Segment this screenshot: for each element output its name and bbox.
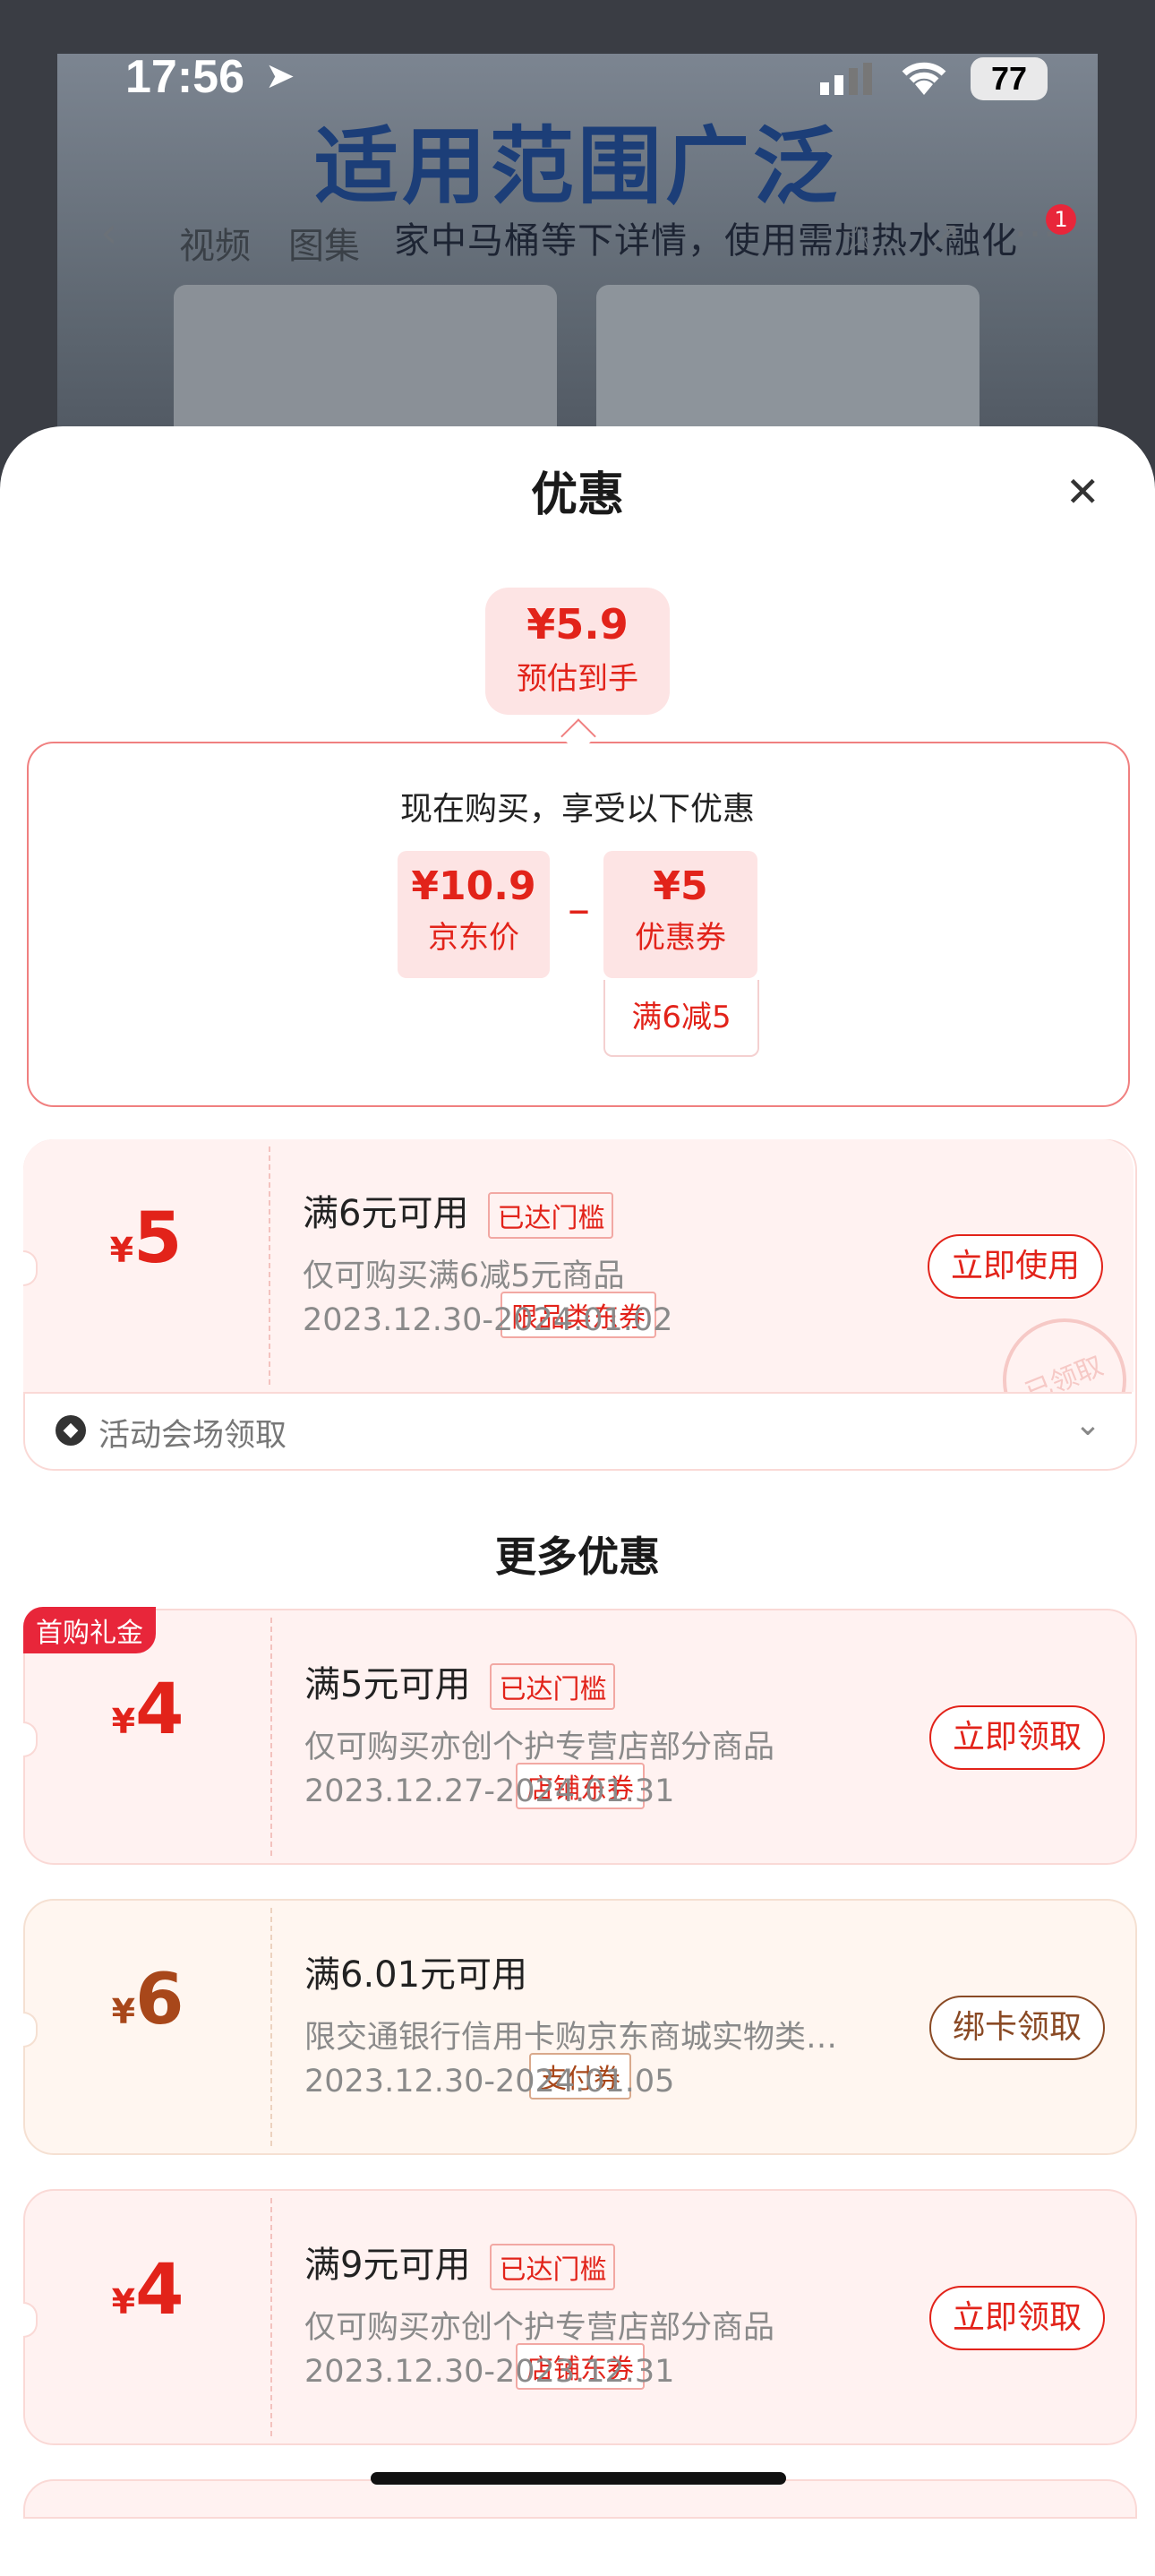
amount-value: 4 [135,1670,184,1750]
coupon-card-main: ¥5 限品类东券 满6元可用 已达门槛 仅可购买满6减5元商品 2023.12.3… [23,1139,1134,1392]
bind-card-button[interactable]: 绑卡领取 [928,1996,1105,2060]
status-time: 17:56 [125,51,244,103]
coupon-threshold: 满5元可用 [304,1664,471,1705]
coupon-amount: ¥4 [25,1670,270,1750]
amount-value: 4 [135,2250,184,2331]
coupon-card: ¥6 支付券 满6.01元可用 限交通银行信用卡购京东商城实物类… 2023.1… [23,1899,1137,2155]
coupon-title: 满5元可用 已达门槛 [304,1655,616,1710]
minus-sign: – [568,883,590,935]
wifi-icon [895,56,953,100]
coupon-threshold: 满6元可用 [303,1193,469,1234]
coupon-discount-box: ¥5 优惠券 [603,851,757,978]
coupon-source-row[interactable]: ◆ 活动会场领取 ⌄ [25,1392,1132,1467]
card-divider [270,2198,272,2436]
jd-price: ¥10.9 [411,863,536,909]
breakdown-heading: 现在购买，享受以下优惠 [399,791,755,828]
threshold-met-badge: 已达门槛 [488,1192,614,1239]
use-now-button[interactable]: 立即使用 [927,1234,1103,1299]
coupon-card: ¥4 店铺东券 满9元可用 已达门槛 仅可购买亦创个护专营店部分商品 2023.1… [23,2189,1137,2445]
currency-symbol: ¥ [111,1702,136,1741]
tab-gallery[interactable]: 图集 [288,217,360,269]
coupon-threshold: 满9元可用 [304,2245,471,2286]
coupon-condition: 满6减5 [603,980,759,1057]
coupon-desc: 仅可购买亦创个护专营店部分商品 [304,1730,775,1765]
tab-details[interactable]: 详情 [501,217,573,269]
coupon-title: 满9元可用 已达门槛 [304,2236,616,2290]
amount-value: 6 [135,1960,184,2040]
estimated-price-bubble: ¥5.9 预估到手 [485,588,670,715]
coupon-discount: ¥5 [653,863,708,909]
coupon-discount-label: 优惠券 [635,920,726,956]
banner-title: 适用范围广泛 [313,118,841,216]
claimed-stamp: 已领取 [984,1300,1134,1392]
amount-value: 5 [133,1198,183,1279]
first-purchase-ribbon: 首购礼金 [23,1607,156,1653]
tab-video[interactable]: 视频 [179,217,251,269]
coupon-desc: 限交通银行信用卡购京东商城实物类… [304,2020,838,2056]
close-icon[interactable]: ✕ [1065,468,1100,516]
coupon-amount: ¥4 [25,2250,270,2331]
currency-symbol: ¥ [109,1231,134,1270]
back-icon[interactable]: ‹ [100,208,117,258]
claim-now-button[interactable]: 立即领取 [928,1705,1105,1770]
notification-badge: 1 [1046,204,1076,235]
share-icon[interactable]: ↗ [926,211,962,262]
coupon-title: 满6.01元可用 [304,1954,528,1996]
currency-symbol: ¥ [111,2282,136,2322]
coupon-amount: ¥5 [23,1198,269,1279]
battery-indicator: 77 [971,57,1048,100]
jd-price-label: 京东价 [428,920,519,956]
jd-price-box: ¥10.9 京东价 [398,851,550,978]
estimated-price: ¥5.9 [526,600,629,648]
banner-subtitle: 家中马桶等下详情，使用需加热水融化 [394,220,1018,262]
card-divider [270,1908,272,2146]
favorite-icon[interactable]: ☆ [840,211,878,262]
card-divider [270,1618,272,1856]
coupon-date: 2023.12.27-2024.01.31 [304,1773,675,1809]
card-divider [269,1146,270,1385]
location-icon: ➤ [265,56,295,97]
coupon-title: 满6元可用 已达门槛 [303,1184,614,1239]
activity-icon: ◆ [56,1415,86,1446]
coupon-date: 2023.12.30-2023.12.31 [304,2354,675,2390]
signal-icon [817,61,879,100]
home-indicator[interactable] [371,2472,786,2485]
coupon-card-partial [23,2479,1137,2519]
threshold-met-badge: 已达门槛 [490,2244,616,2290]
coupon-date: 2023.12.30-2024.01.05 [304,2064,675,2099]
coupon-card: 首购礼金 ¥4 店铺东券 满5元可用 已达门槛 仅可购买亦创个护专营店部分商品 2… [23,1607,1137,1865]
coupon-desc: 仅可购买满6减5元商品 [303,1258,625,1294]
more-offers-title: 更多优惠 [495,1533,660,1581]
coupon-desc: 仅可购买亦创个护专营店部分商品 [304,2310,775,2346]
threshold-met-badge: 已达门槛 [490,1663,616,1710]
coupon-source-label: 活动会场领取 [98,1418,287,1454]
sheet-title: 优惠 [530,468,624,522]
coupon-amount: ¥6 [25,1960,270,2040]
estimated-price-label: 预估到手 [517,661,638,697]
currency-symbol: ¥ [111,1992,136,2031]
chevron-down-icon: ⌄ [1074,1406,1101,1443]
tab-reviews[interactable]: 口碑 [408,217,480,269]
coupon-date: 2023.12.30-2024.01.02 [303,1302,673,1338]
claim-now-button[interactable]: 立即领取 [928,2286,1105,2350]
